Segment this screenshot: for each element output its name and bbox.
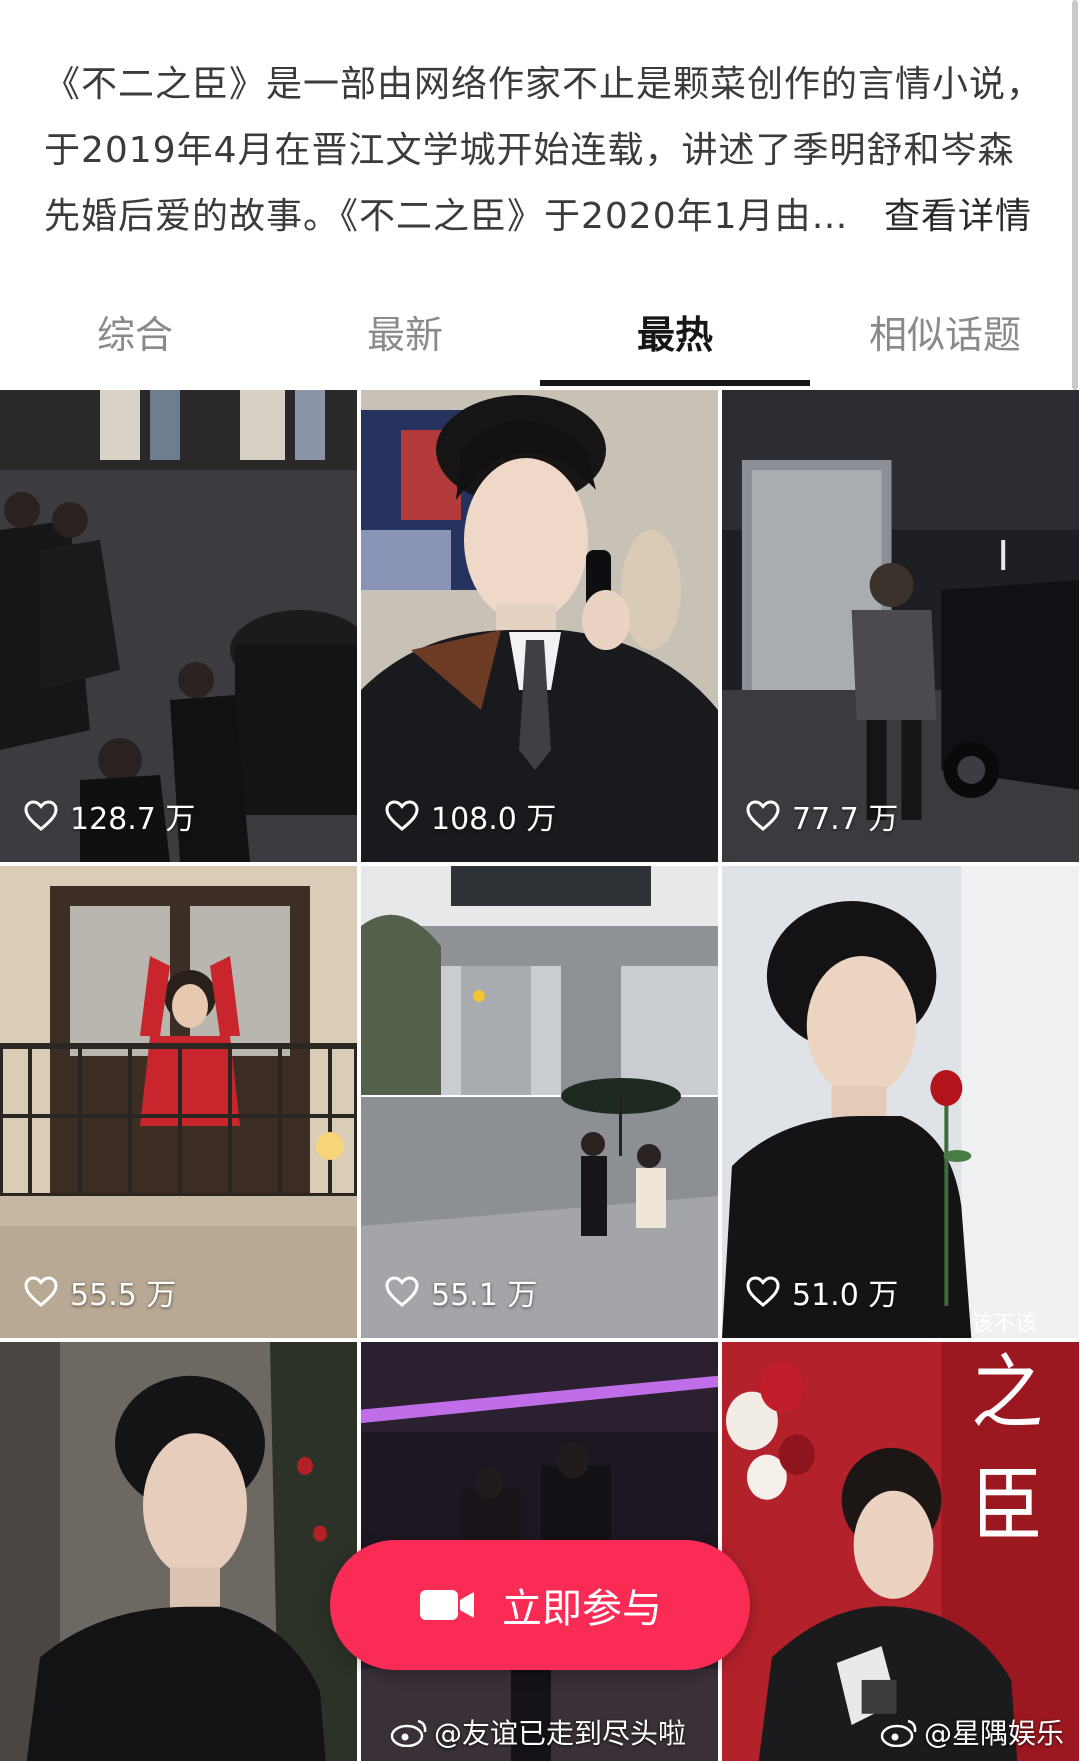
- video-tile[interactable]: 55.5 万: [0, 866, 357, 1338]
- video-tile[interactable]: 该不该 51.0 万: [722, 866, 1079, 1338]
- heart-icon: [385, 800, 419, 831]
- like-count-text: 128.7 万: [70, 802, 196, 837]
- heart-icon: [746, 1276, 780, 1307]
- heart-icon: [746, 800, 780, 831]
- video-thumbnail: 之 臣: [722, 1342, 1079, 1761]
- backdrop-char-1: 之: [971, 1347, 1043, 1441]
- weibo-icon: [390, 1719, 427, 1747]
- watermark-left: @友谊已走到尽头啦: [390, 1712, 686, 1752]
- like-count: 51.0 万: [746, 1270, 898, 1314]
- watermark-right-text: @星隅娱乐: [924, 1717, 1065, 1750]
- intro-line-2: 于2019年4月在晋江文学城开始连载，讲述了季明舒和岑森: [44, 130, 1015, 171]
- video-thumbnail: [361, 866, 718, 1338]
- intro-line-1: 《不二之臣》是一部由网络作家不止是颗菜创作的言情小说，: [44, 64, 1044, 105]
- tab-bar: 综合 最新 最热 相似话题: [0, 292, 1080, 388]
- tab-hottest[interactable]: 最热: [540, 292, 810, 378]
- video-tile[interactable]: 77.7 万: [722, 390, 1079, 862]
- like-count-text: 51.0 万: [792, 1278, 899, 1313]
- video-tile[interactable]: 128.7 万: [0, 390, 357, 862]
- video-tile[interactable]: [0, 1342, 357, 1761]
- video-tile[interactable]: 108.0 万: [361, 390, 718, 862]
- heart-icon: [385, 1276, 419, 1307]
- like-count-text: 108.0 万: [431, 802, 557, 837]
- view-details-link[interactable]: 查看详情: [884, 184, 1032, 250]
- topic-intro: 《不二之臣》是一部由网络作家不止是颗菜创作的言情小说， 于2019年4月在晋江文…: [44, 52, 1044, 250]
- like-count-text: 55.5 万: [70, 1278, 177, 1313]
- join-now-label: 立即参与: [502, 1586, 662, 1632]
- video-thumbnail: 该不该: [722, 866, 1079, 1338]
- like-count: 55.5 万: [24, 1270, 176, 1314]
- tab-comprehensive[interactable]: 综合: [0, 292, 270, 378]
- like-count: 128.7 万: [24, 794, 195, 838]
- watermark-left-text: @友谊已走到尽头啦: [434, 1717, 687, 1750]
- like-count-text: 77.7 万: [792, 802, 899, 837]
- active-tab-indicator: [540, 380, 810, 386]
- topic-page: 《不二之臣》是一部由网络作家不止是颗菜创作的言情小说， 于2019年4月在晋江文…: [0, 0, 1080, 1761]
- like-count-text: 55.1 万: [431, 1278, 538, 1313]
- weibo-icon: [880, 1719, 917, 1747]
- video-thumbnail: [0, 390, 357, 862]
- backdrop-char-2: 臣: [971, 1459, 1043, 1553]
- heart-icon: [24, 1276, 58, 1307]
- video-thumbnail: [361, 390, 718, 862]
- video-thumbnail: [0, 1342, 357, 1761]
- heart-icon: [24, 800, 58, 831]
- rose-caption: 该不该: [971, 1312, 1037, 1337]
- like-count: 108.0 万: [385, 794, 556, 838]
- join-now-button[interactable]: 立即参与: [330, 1540, 750, 1670]
- video-tile[interactable]: 55.1 万: [361, 866, 718, 1338]
- tab-similar-topics[interactable]: 相似话题: [810, 292, 1080, 378]
- video-camera-icon: [420, 1590, 474, 1620]
- tab-latest[interactable]: 最新: [270, 292, 540, 378]
- watermark-right: @星隅娱乐: [880, 1712, 1064, 1752]
- like-count: 55.1 万: [385, 1270, 537, 1314]
- video-thumbnail: [722, 390, 1079, 862]
- video-thumbnail: [0, 866, 357, 1338]
- video-tile[interactable]: 之 臣: [722, 1342, 1079, 1761]
- like-count: 77.7 万: [746, 794, 898, 838]
